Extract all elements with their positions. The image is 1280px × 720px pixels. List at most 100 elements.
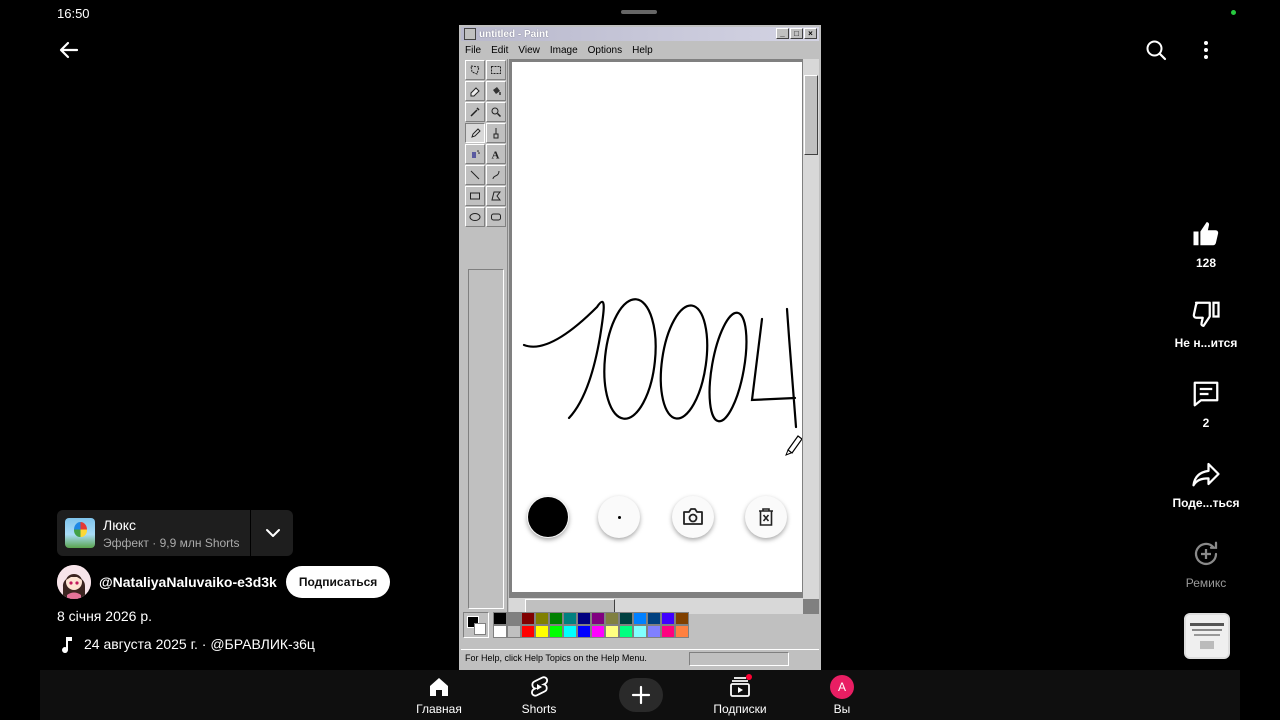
color-swatch (605, 625, 619, 638)
paint-close-button: × (804, 28, 817, 39)
color-swatch (563, 612, 577, 625)
color-swatch (549, 625, 563, 638)
color-picker-icon (465, 102, 485, 122)
paint-status-text: For Help, click Help Topics on the Help … (465, 653, 647, 663)
tool-options-box (468, 269, 504, 609)
color-swatch (521, 625, 535, 638)
paint-menu-image: Image (549, 44, 578, 56)
nav-you[interactable]: A Вы (802, 674, 882, 716)
color-swatch (493, 625, 507, 638)
dislike-label: Не н...ится (1174, 336, 1238, 350)
chevron-down-icon (266, 529, 280, 537)
rectangle-tool-icon (465, 186, 485, 206)
comments-button[interactable]: 2 (1166, 376, 1246, 430)
paint-menu-edit: Edit (491, 44, 509, 56)
subscribe-button[interactable]: Подписаться (285, 566, 391, 598)
effect-thumbnail (65, 518, 95, 548)
color-swatch (549, 612, 563, 625)
nav-home[interactable]: Главная (399, 674, 479, 716)
comment-icon (1193, 381, 1219, 407)
video-player[interactable]: untitled - Paint _ □ × File Edit View Im… (459, 25, 821, 670)
user-avatar: A (830, 675, 854, 699)
color-swatch (493, 612, 507, 625)
channel-avatar[interactable] (57, 565, 91, 599)
arrow-left-icon (59, 41, 79, 59)
drag-handle[interactable] (621, 10, 657, 14)
remix-label: Ремикс (1185, 576, 1227, 590)
bottom-navigation: Главная Shorts Подписки A Вы (40, 670, 1240, 720)
effect-subtitle: Эффект · 9,9 млн Shorts (103, 535, 240, 550)
dislike-button[interactable]: Не н...ится (1166, 296, 1246, 350)
nav-you-label: Вы (833, 702, 851, 716)
video-date: 8 січня 2026 р. (57, 608, 152, 624)
create-button[interactable] (619, 678, 663, 712)
color-swatch (535, 625, 549, 638)
color-swatch (591, 625, 605, 638)
paint-toolbox: A (464, 59, 508, 614)
color-swatch (675, 612, 689, 625)
color-swatch (577, 625, 591, 638)
trash-icon (759, 508, 773, 526)
paint-title-bar: untitled - Paint _ □ × (461, 27, 819, 41)
paint-maximize-button: □ (790, 28, 803, 39)
fill-bucket-icon (486, 81, 506, 101)
more-options-button[interactable] (1190, 34, 1222, 66)
polygon-tool-icon (486, 186, 506, 206)
color-swatch (521, 612, 535, 625)
privacy-indicator-dot (1231, 10, 1236, 15)
paint-menu-file: File (465, 44, 482, 56)
like-button[interactable]: 128 (1166, 216, 1246, 270)
sound-link[interactable]: 24 августа 2025 г. · @БРАВЛИК-з6ц (57, 634, 315, 654)
thumbs-up-icon (1193, 222, 1219, 246)
brush-size-button (598, 496, 640, 538)
color-swatches (493, 612, 689, 638)
color-swatch (633, 612, 647, 625)
paint-status-bar: For Help, click Help Topics on the Help … (461, 649, 819, 667)
share-button[interactable]: Поде...ться (1166, 456, 1246, 510)
sound-text: 24 августа 2025 г. · @БРАВЛИК-з6ц (84, 636, 315, 652)
remix-button[interactable]: Ремикс (1166, 536, 1246, 590)
nav-subscriptions[interactable]: Подписки (700, 674, 780, 716)
paint-menu-bar: File Edit View Image Options Help (463, 42, 653, 58)
clear-canvas-button (745, 496, 787, 538)
thumbs-down-icon (1192, 301, 1220, 327)
anime-girl-avatar-image (57, 565, 91, 599)
channel-row: @NataliyaNaluvaiko-e3d3k Подписаться (57, 564, 391, 600)
color-swatch (633, 625, 647, 638)
nav-shorts-label: Shorts (521, 702, 557, 716)
ellipse-tool-icon (465, 207, 485, 227)
comments-count: 2 (1202, 416, 1210, 430)
channel-handle[interactable]: @NataliyaNaluvaiko-e3d3k (99, 574, 277, 590)
effect-expand-button[interactable] (253, 510, 293, 556)
rounded-rect-tool-icon (486, 207, 506, 227)
effect-divider (250, 510, 251, 556)
color-swatch (661, 612, 675, 625)
brush-icon (486, 123, 506, 143)
shorts-icon (531, 676, 549, 697)
camera-button (672, 496, 714, 538)
back-button[interactable] (53, 34, 85, 66)
nav-shorts[interactable]: Shorts (499, 674, 579, 716)
effect-chip[interactable]: Люкс Эффект · 9,9 млн Shorts (57, 510, 293, 556)
free-select-icon (465, 60, 485, 80)
camera-icon (683, 508, 703, 525)
paint-app-icon (464, 28, 476, 40)
search-button[interactable] (1140, 34, 1172, 66)
effect-title: Люкс (103, 516, 136, 533)
paint-color-palette (461, 610, 819, 640)
color-swatch (647, 612, 661, 625)
color-swatch (675, 625, 689, 638)
eraser-icon (465, 81, 485, 101)
magnifier-icon (486, 102, 506, 122)
sound-thumbnail[interactable] (1184, 613, 1230, 659)
music-note-icon (62, 637, 72, 654)
more-vertical-icon (1204, 41, 1208, 59)
color-swatch (563, 625, 577, 638)
curve-tool-icon (486, 165, 506, 185)
color-swatch (661, 625, 675, 638)
home-icon (430, 678, 448, 696)
color-swatch (577, 612, 591, 625)
search-icon (1146, 40, 1167, 61)
line-tool-icon (465, 165, 485, 185)
color-swatch (591, 612, 605, 625)
